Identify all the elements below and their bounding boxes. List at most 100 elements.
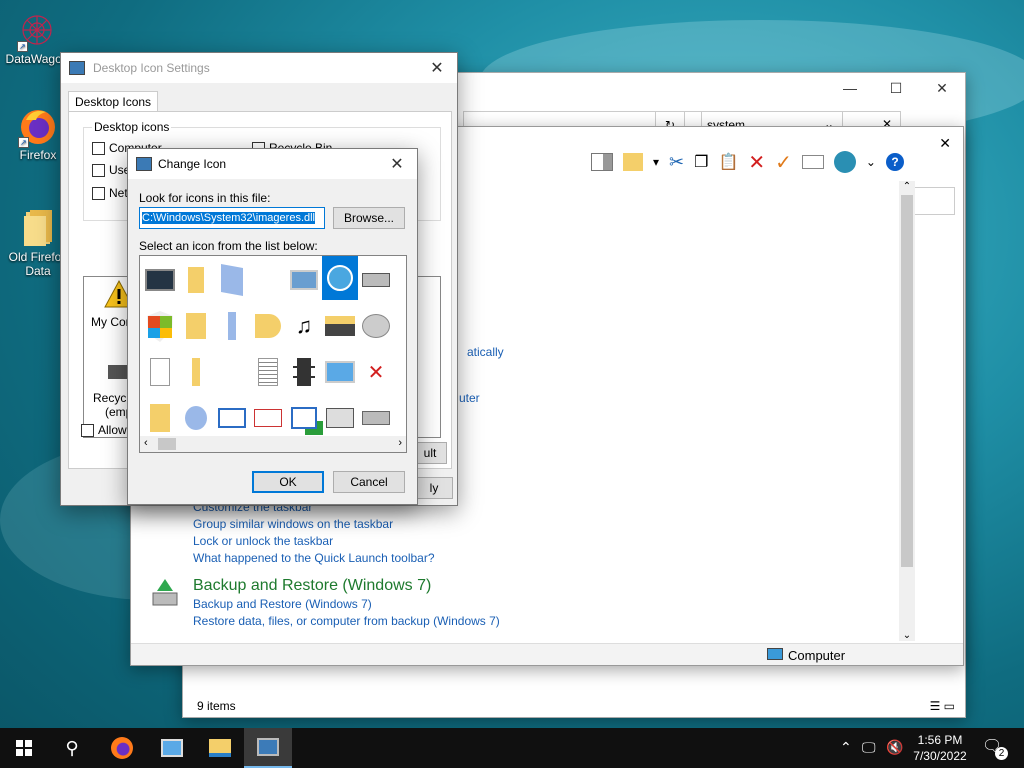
cut-icon[interactable]: ✂ [669,152,684,173]
backup-heading[interactable]: Backup and Restore (Windows 7) [193,577,431,595]
scroll-right-icon[interactable]: › [398,437,402,449]
ok-button[interactable]: OK [252,471,324,493]
look-label: Look for icons in this file: [139,191,271,205]
close-icon[interactable]: ✕ [377,154,417,174]
desktop-icon-label: Old Firefox Data [8,250,68,278]
paste-icon[interactable]: 📋 [718,152,738,172]
restore-default-button[interactable]: ult [413,442,447,464]
shield-icon[interactable] [142,304,178,348]
control-panel-icon [161,739,183,757]
link-lock-taskbar[interactable]: Lock or unlock the taskbar [193,534,333,548]
icon-picture[interactable] [286,258,322,302]
scroll-thumb[interactable] [901,195,913,567]
icon-network-globe[interactable] [322,256,358,300]
icon-drive[interactable] [358,396,394,440]
dialog-icon [136,157,152,171]
icon-folder[interactable] [178,304,214,348]
icon-list[interactable]: ♫ ✕ ‹ › [139,255,407,453]
scroll-left-icon[interactable]: ‹ [144,437,148,449]
preview-pane-icon[interactable] [591,153,613,171]
close-icon[interactable]: ✕ [939,135,951,152]
icon-drive-disconnected[interactable]: ✕ [358,350,394,394]
chevron-down-icon[interactable]: ▾ [653,155,659,169]
icon-windows-partial[interactable] [394,396,406,440]
chevron-up-icon[interactable]: ⌃ [840,739,852,756]
clock[interactable]: 1:56 PM 7/30/2022 [908,732,972,764]
checkbox-allow-themes[interactable]: Allow t [81,423,133,438]
icon-blank-document[interactable] [142,350,178,394]
icon-folder[interactable] [178,258,214,302]
dialog-title: Change Icon [158,157,227,171]
tab-desktop-icons[interactable]: Desktop Icons [68,91,159,112]
icon-floppy-drive[interactable] [358,258,394,302]
taskbar-desktop-settings[interactable] [244,728,292,768]
icon-folder-blue[interactable] [214,258,250,302]
settings-icon [69,61,85,75]
icon-window[interactable] [214,396,250,440]
taskbar-file-explorer[interactable] [196,728,244,768]
icon-floppy[interactable] [322,396,358,440]
file-path-input[interactable]: C:\Windows\System32\imageres.dll [139,207,325,229]
network-icon[interactable]: 🖵 [862,739,876,756]
close-icon[interactable]: ✕ [919,73,965,103]
icon-cd-drive[interactable] [358,304,394,348]
link-backup-restore[interactable]: Backup and Restore (Windows 7) [193,597,372,611]
link-computer[interactable]: uter [459,391,480,405]
scroll-thumb[interactable] [158,438,176,450]
status-location: Computer [788,648,846,663]
browse-button[interactable]: Browse... [333,207,405,229]
help-icon[interactable]: ? [885,153,904,171]
search-icon: ⚲ [65,737,79,758]
horizontal-scrollbar[interactable]: ‹ › [140,436,406,452]
icon-folder[interactable] [178,350,214,394]
maximize-icon[interactable]: ☐ [873,73,919,103]
icon-film[interactable] [286,350,322,394]
taskbar-control-panel[interactable] [148,728,196,768]
icon-drive-partial[interactable] [394,350,406,394]
volume-muted-icon[interactable]: 🔇 [886,739,903,756]
scroll-down-icon[interactable]: ⌄ [899,630,915,641]
tab-label: Desktop Icons [75,95,152,109]
cancel-button[interactable]: Cancel [333,471,405,493]
icon-search-folder[interactable] [178,396,214,440]
view-toggle-icon[interactable]: ☰ ▭ [930,699,955,713]
link-quick-launch[interactable]: What happened to the Quick Launch toolba… [193,551,435,565]
delete-icon[interactable]: ✕ [748,150,765,175]
icon-folder[interactable] [142,396,178,440]
apply-button[interactable]: ly [415,477,453,499]
group-label: Desktop icons [92,120,172,134]
minimize-icon[interactable]: — [827,73,873,103]
icon-text-document[interactable] [250,350,286,394]
icon-monitor-stack[interactable] [142,258,178,302]
notification-center[interactable]: 🗨 2 [982,736,1008,760]
scrollbar[interactable]: ⌃ ⌄ [899,181,915,641]
icon-envelope[interactable] [250,396,286,440]
icon-drive-partial[interactable] [394,258,406,302]
properties-icon[interactable] [801,155,824,169]
backup-icon [149,575,181,609]
copy-icon[interactable]: ❐ [694,152,708,172]
item-count: 9 items [197,699,236,713]
secondary-search[interactable] [911,187,955,215]
icon-drive-partial[interactable] [394,304,406,348]
scroll-up-icon[interactable]: ⌃ [899,181,915,192]
search-button[interactable]: ⚲ [48,728,96,768]
chevron-down-icon[interactable]: ⌄ [866,155,876,169]
icon-folder-search[interactable] [250,304,286,348]
taskbar-firefox[interactable] [98,728,146,768]
firefox-icon [111,737,133,759]
close-icon[interactable]: ✕ [417,58,457,78]
folder-icon[interactable] [623,153,643,171]
icon-window-check[interactable] [286,396,322,440]
icon-music[interactable]: ♫ [286,304,322,348]
icon-control-panel[interactable] [322,350,358,394]
globe-icon[interactable] [833,151,856,173]
link-group-windows[interactable]: Group similar windows on the taskbar [193,517,393,531]
check-icon[interactable]: ✓ [775,150,792,175]
icon-printer-folder[interactable] [322,304,358,348]
link-restore-data[interactable]: Restore data, files, or computer from ba… [193,614,500,628]
clock-date: 7/30/2022 [913,749,967,763]
start-button[interactable] [0,728,48,768]
icon-folder-blue[interactable] [214,304,250,348]
link-automatically[interactable]: atically [467,345,504,359]
